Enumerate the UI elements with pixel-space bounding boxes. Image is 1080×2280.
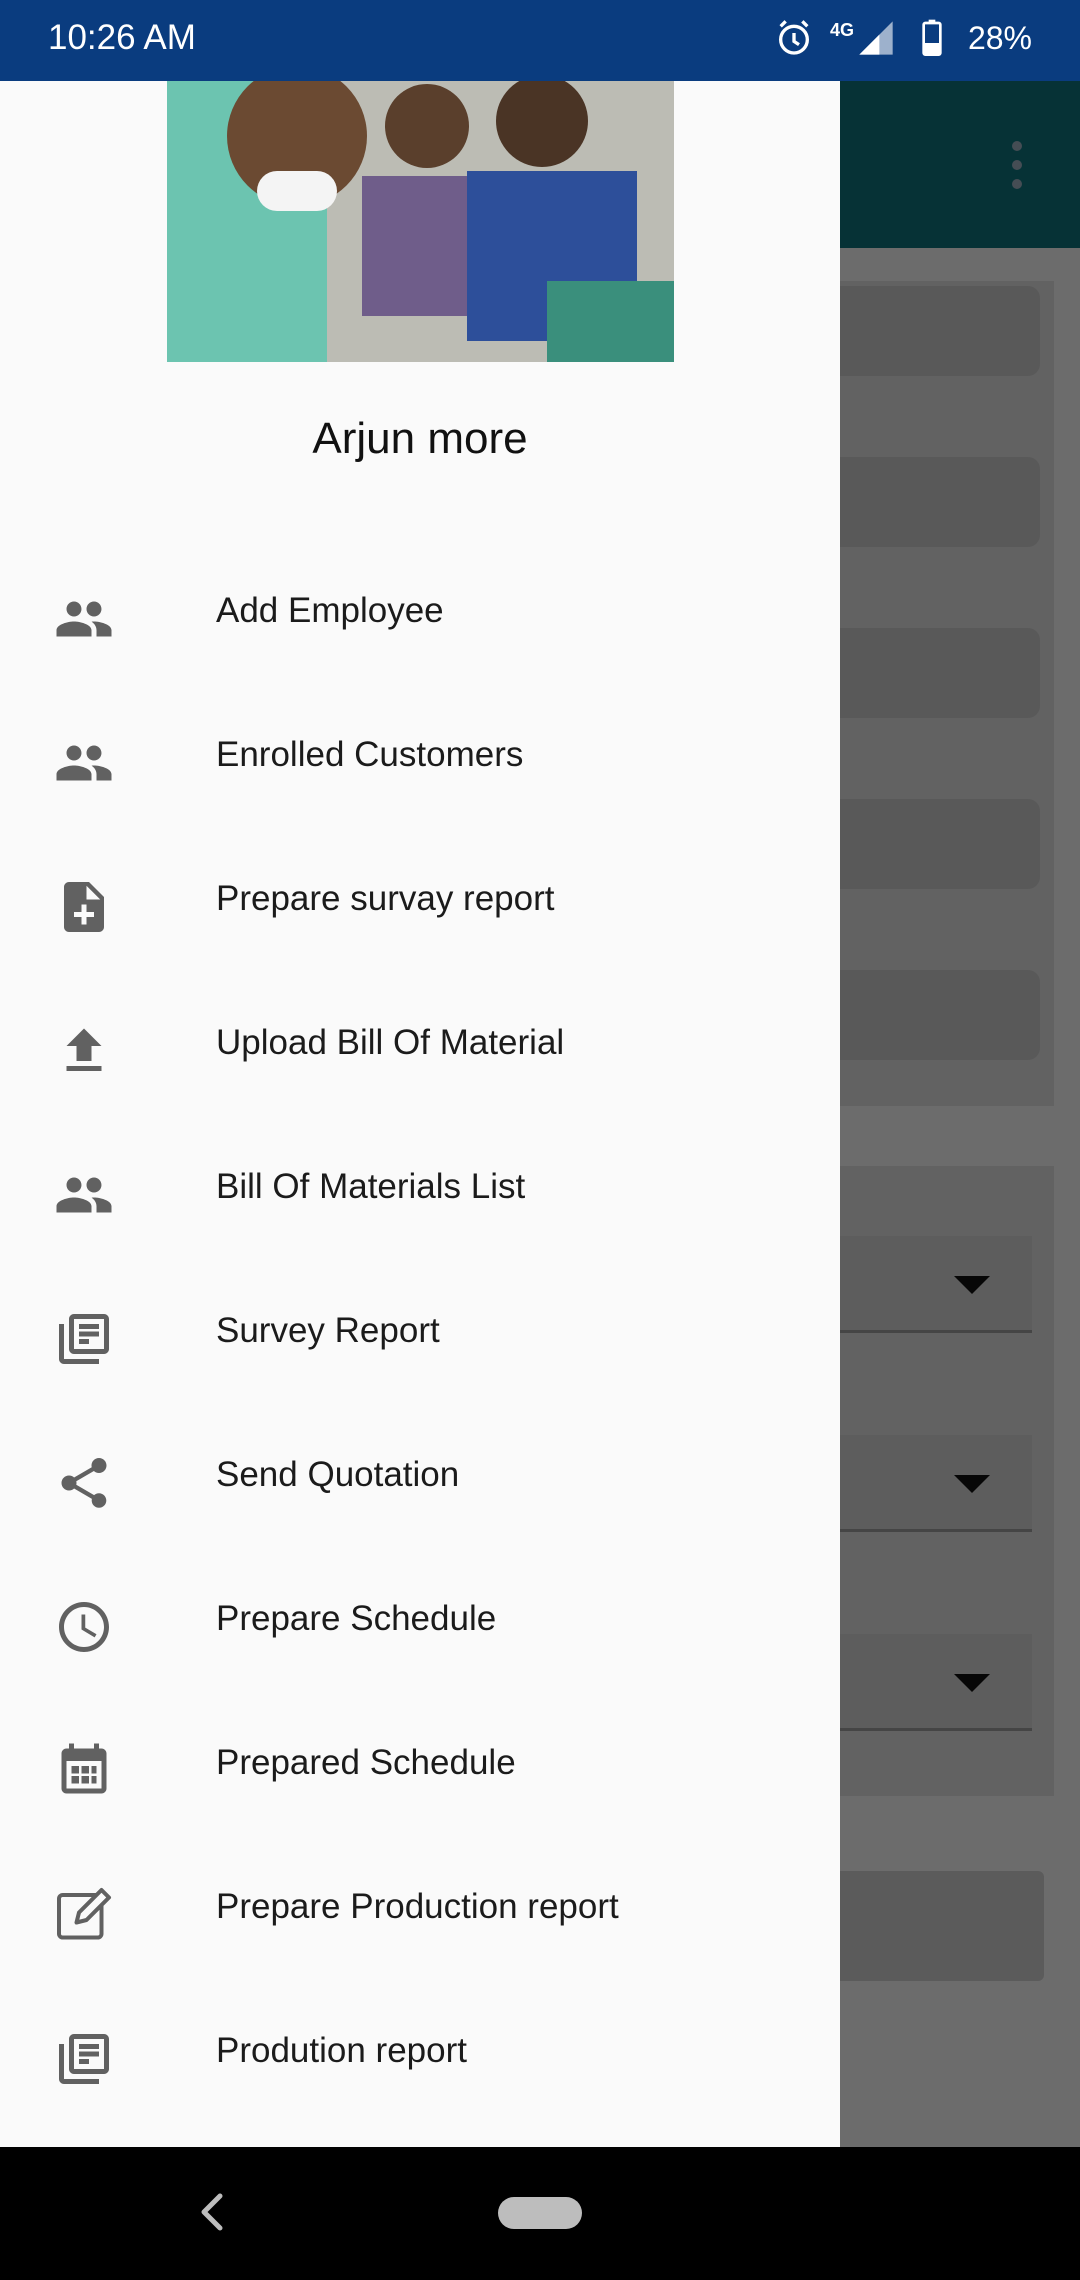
menu-item-bill-of-materials-list[interactable]: Bill Of Materials List	[0, 1117, 840, 1261]
network-type: 4G	[829, 20, 854, 40]
upload-icon	[66, 1028, 102, 1071]
status-bar: 10:26 AM 4G 28%	[0, 0, 1080, 81]
menu-item-label: Upload Bill Of Material	[216, 1023, 565, 1062]
status-time: 10:26 AM	[48, 18, 196, 57]
menu-item-label: Prepare survay report	[216, 879, 555, 918]
menu-item-label: Enrolled Customers	[216, 735, 524, 774]
system-nav-bar	[0, 2147, 1080, 2280]
share-icon	[61, 1458, 107, 1508]
profile-photo	[167, 81, 674, 362]
alarm-icon	[778, 20, 809, 55]
menu-item-label: Prodution report	[216, 2031, 467, 2070]
back-icon[interactable]	[192, 2187, 232, 2237]
group-icon	[56, 601, 112, 637]
home-pill[interactable]	[498, 2197, 582, 2229]
status-icons: 4G 28%	[774, 16, 1032, 60]
calendar-icon	[61, 1743, 107, 1794]
drawer-menu: Add Employee Enrolled Customers Prepare …	[0, 541, 840, 2125]
avatar	[167, 81, 674, 362]
menu-item-prepare-schedule[interactable]: Prepare Schedule	[0, 1549, 840, 1693]
group-icon	[56, 1177, 112, 1213]
library-books-icon	[59, 2034, 109, 2084]
menu-item-label: Add Employee	[216, 591, 444, 630]
menu-item-upload-bill-of-material[interactable]: Upload Bill Of Material	[0, 973, 840, 1117]
menu-item-prepared-schedule[interactable]: Prepared Schedule	[0, 1693, 840, 1837]
menu-item-add-employee[interactable]: Add Employee	[0, 541, 840, 685]
note-add-icon	[64, 882, 104, 932]
clock-icon	[59, 1602, 109, 1652]
navigation-drawer: Arjun more Add Employee Enrolled Custome…	[0, 81, 840, 2147]
menu-item-survey-report[interactable]: Survey Report	[0, 1261, 840, 1405]
menu-item-enrolled-customers[interactable]: Enrolled Customers	[0, 685, 840, 829]
group-icon	[56, 745, 112, 781]
battery-icon	[922, 19, 942, 56]
menu-item-label: Survey Report	[216, 1311, 440, 1350]
menu-item-prepare-survay-report[interactable]: Prepare survay report	[0, 829, 840, 973]
battery-percent: 28%	[967, 19, 1032, 56]
menu-item-label: Prepared Schedule	[216, 1743, 516, 1782]
menu-item-send-quotation[interactable]: Send Quotation	[0, 1405, 840, 1549]
menu-item-label: Bill Of Materials List	[216, 1167, 526, 1206]
menu-item-label: Prepare Schedule	[216, 1599, 497, 1638]
library-books-icon	[59, 1314, 109, 1364]
menu-item-prepare-production-report[interactable]: Prepare Production report	[0, 1837, 840, 1981]
user-name: Arjun more	[312, 414, 528, 463]
edit-icon	[57, 1888, 111, 1940]
menu-item-label: Prepare Production report	[216, 1887, 619, 1926]
menu-item-label: Send Quotation	[216, 1455, 460, 1494]
signal-icon	[859, 21, 893, 55]
menu-item-prodution-report[interactable]: Prodution report	[0, 1981, 840, 2125]
